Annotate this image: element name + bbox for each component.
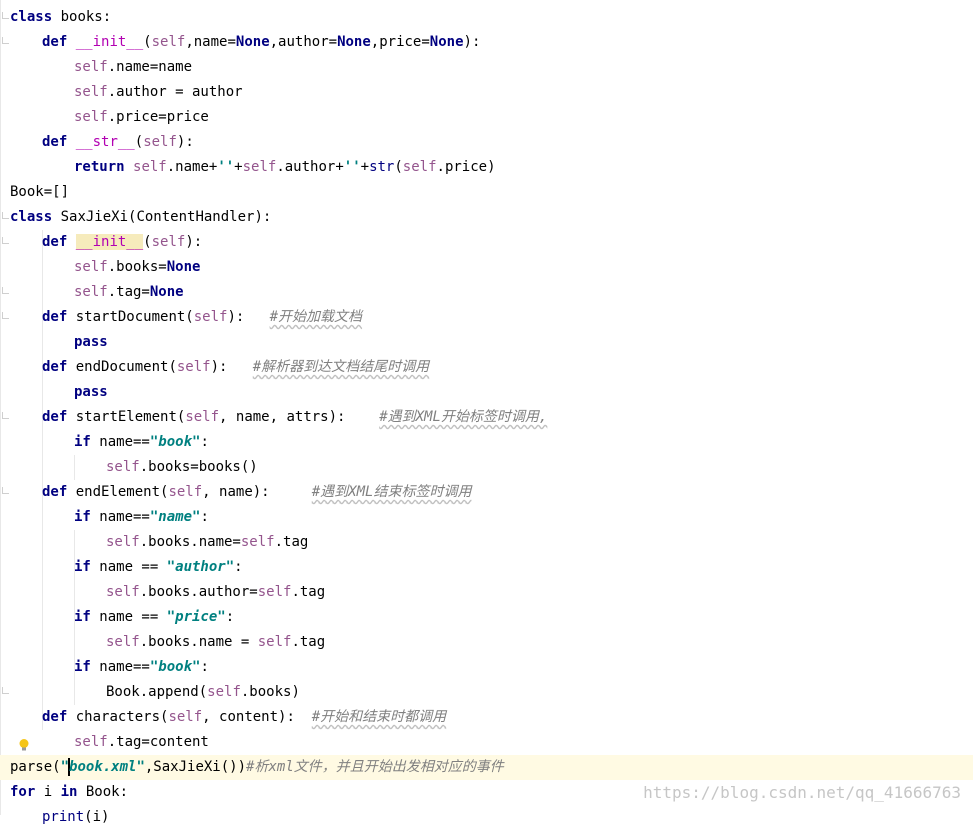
code-line[interactable]: Book=[]: [10, 180, 69, 205]
code-line[interactable]: print(i): [42, 805, 109, 830]
fold-marker[interactable]: [2, 212, 9, 219]
code-line[interactable]: def __init__(self):: [42, 230, 202, 255]
code-line[interactable]: def startElement(self, name, attrs): #遇到…: [42, 405, 547, 430]
fold-marker[interactable]: [2, 312, 9, 319]
code-line[interactable]: self.tag=None: [74, 280, 184, 305]
fold-marker[interactable]: [2, 412, 9, 419]
code-line[interactable]: class SaxJieXi(ContentHandler):: [10, 205, 271, 230]
watermark: https://blog.csdn.net/qq_41666763: [643, 783, 961, 802]
code-line[interactable]: def characters(self, content): #开始和结束时都调…: [42, 705, 446, 730]
gutter: [0, 0, 1, 815]
code-line[interactable]: self.books.name=self.tag: [106, 530, 308, 555]
code-line[interactable]: Book.append(self.books): [106, 680, 300, 705]
code-line[interactable]: pass: [74, 380, 108, 405]
code-line[interactable]: self.books=books(): [106, 455, 258, 480]
code-line[interactable]: if name=="book":: [74, 430, 209, 455]
code-line[interactable]: self.books.name = self.tag: [106, 630, 325, 655]
code-line[interactable]: self.price=price: [74, 105, 209, 130]
code-line[interactable]: pass: [74, 330, 108, 355]
code-editor[interactable]: class books: def __init__(self,name=None,…: [0, 0, 973, 825]
code-line[interactable]: def endDocument(self): #解析器到达文档结尾时调用: [42, 355, 429, 380]
code-line[interactable]: self.books=None: [74, 255, 200, 280]
code-line[interactable]: return self.name+''+self.author+''+str(s…: [74, 155, 496, 180]
code-line[interactable]: parse("book.xml",SaxJieXi())#析xml文件，并且开始…: [10, 755, 504, 780]
code-line[interactable]: self.tag=content: [74, 730, 209, 755]
fold-marker[interactable]: [2, 487, 9, 494]
fold-marker[interactable]: [2, 687, 9, 694]
indent-guide: [74, 455, 75, 480]
fold-marker[interactable]: [2, 12, 9, 19]
fold-marker[interactable]: [2, 237, 9, 244]
code-line[interactable]: self.name=name: [74, 55, 192, 80]
code-line[interactable]: def endElement(self, name): #遇到XML结束标签时调…: [42, 480, 471, 505]
code-line[interactable]: if name=="book":: [74, 655, 209, 680]
code-line[interactable]: if name == "price":: [74, 605, 234, 630]
fold-marker[interactable]: [2, 287, 9, 294]
code-line[interactable]: self.author = author: [74, 80, 243, 105]
code-line[interactable]: if name == "author":: [74, 555, 243, 580]
code-line[interactable]: def __init__(self,name=None,author=None,…: [42, 30, 480, 55]
code-line[interactable]: self.books.author=self.tag: [106, 580, 325, 605]
fold-marker[interactable]: [2, 37, 9, 44]
code-line[interactable]: if name=="name":: [74, 505, 209, 530]
code-line[interactable]: class books:: [10, 5, 111, 30]
code-line[interactable]: def __str__(self):: [42, 130, 194, 155]
lightbulb-icon[interactable]: [17, 738, 31, 752]
code-line[interactable]: for i in Book:: [10, 780, 128, 805]
code-line[interactable]: def startDocument(self): #开始加载文档: [42, 305, 362, 330]
